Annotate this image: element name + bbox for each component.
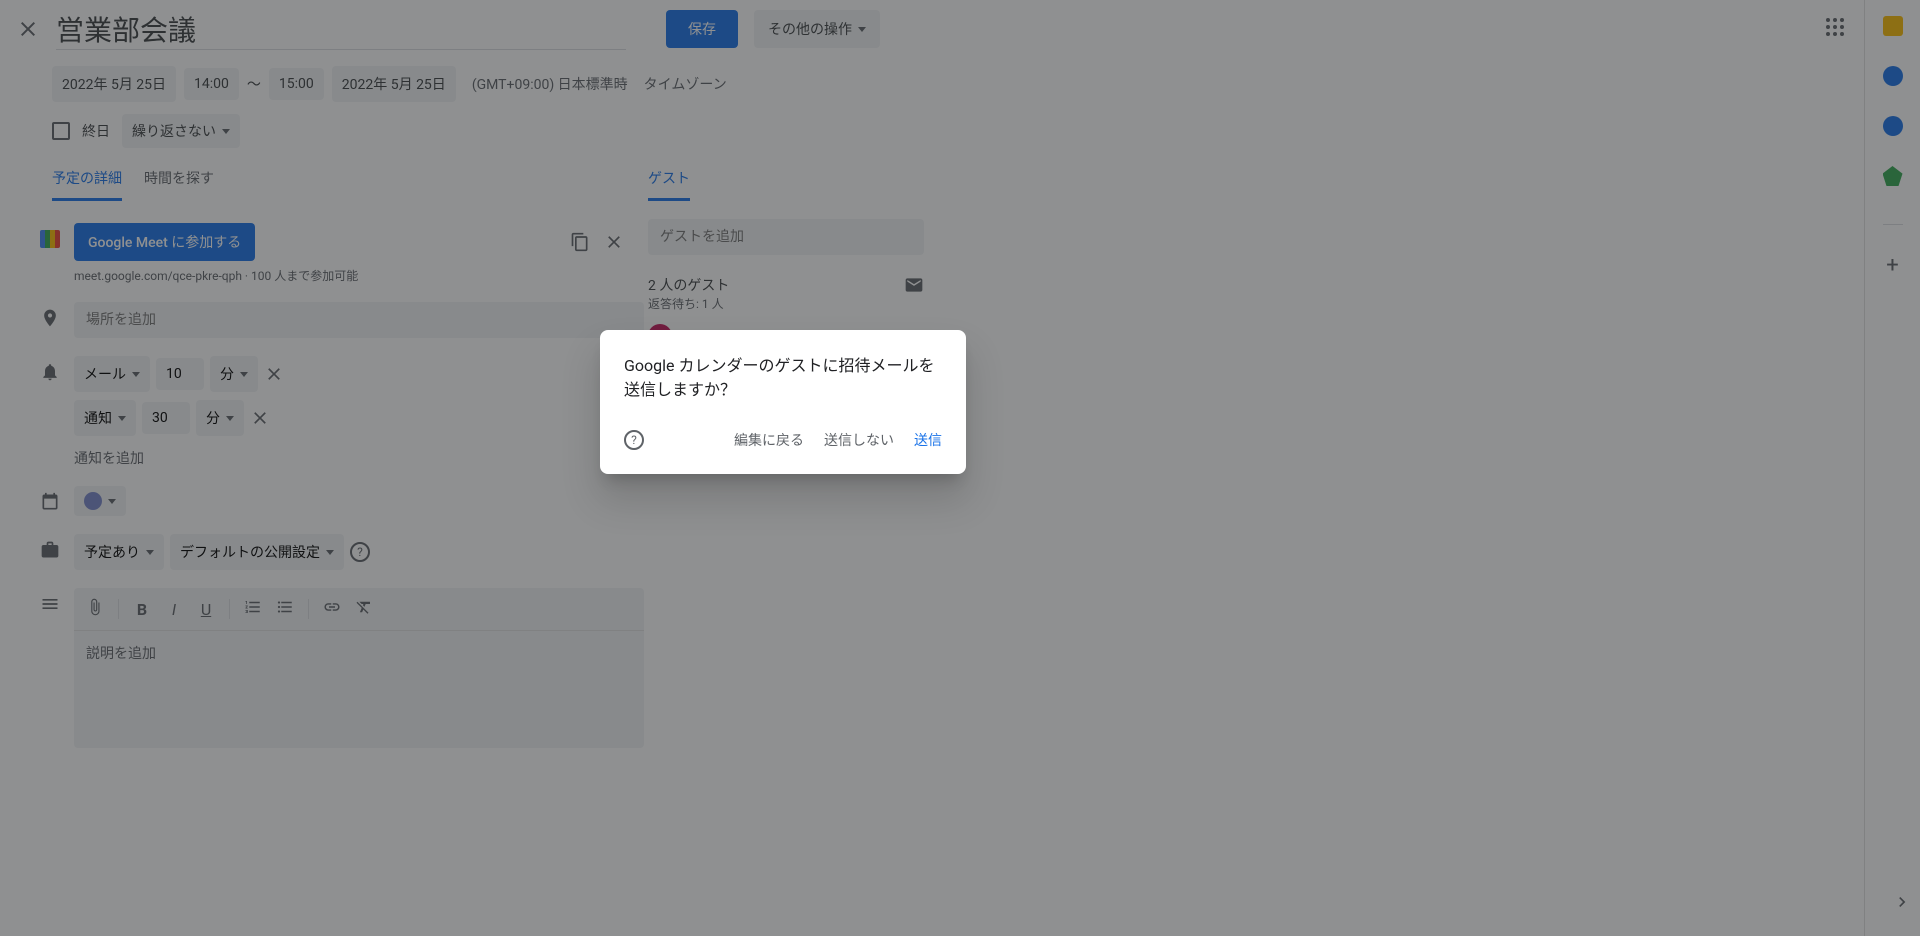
dialog-dont-send-button[interactable]: 送信しない: [824, 430, 894, 450]
dialog-send-button[interactable]: 送信: [914, 430, 942, 450]
send-invite-dialog: Google カレンダーのゲストに招待メールを送信しますか？ ? 編集に戻る 送…: [600, 330, 966, 474]
dialog-back-button[interactable]: 編集に戻る: [734, 430, 804, 450]
dialog-title: Google カレンダーのゲストに招待メールを送信しますか？: [624, 354, 942, 402]
dialog-help-button[interactable]: ?: [624, 430, 644, 450]
